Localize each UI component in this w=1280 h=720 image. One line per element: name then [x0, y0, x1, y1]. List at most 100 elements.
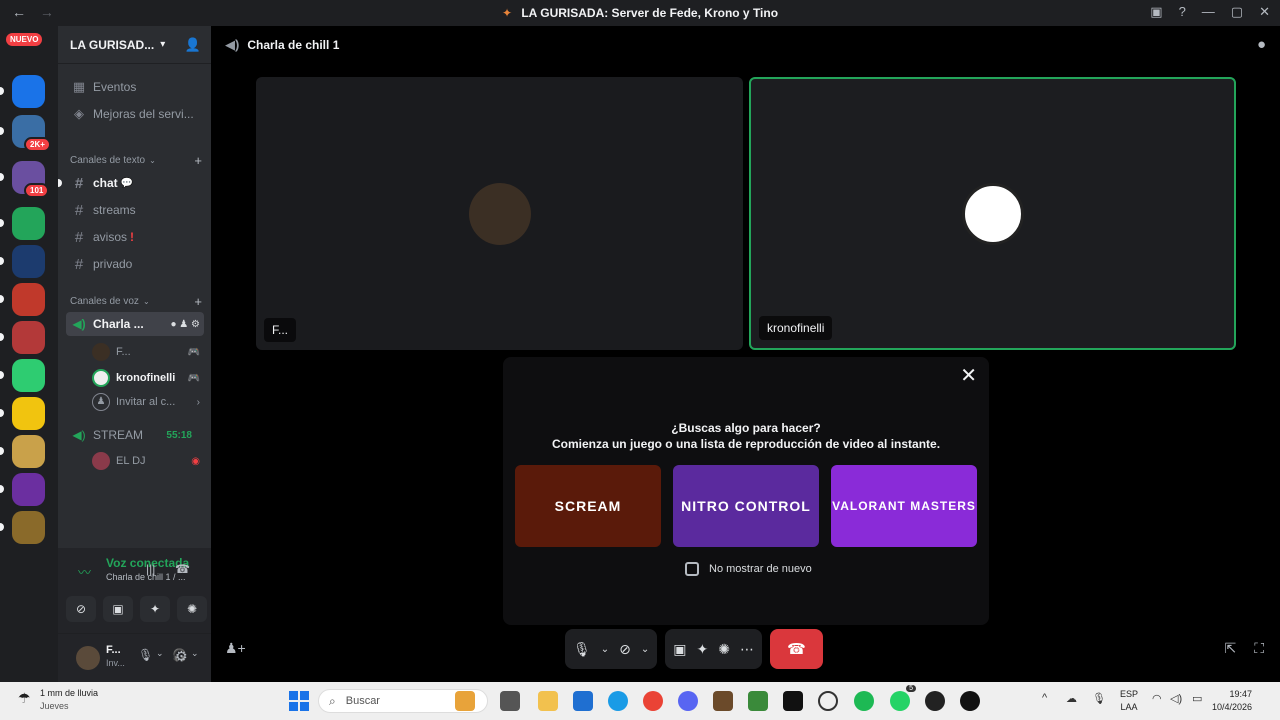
maximize-button[interactable]: ▢: [1231, 4, 1243, 20]
chevron-down-icon[interactable]: ⌄: [191, 648, 199, 659]
settings-gear-icon[interactable]: ⚙: [175, 648, 188, 665]
media-player-icon[interactable]: [960, 691, 980, 711]
server-icon-server-11[interactable]: [12, 473, 45, 506]
crosshair-app-icon[interactable]: [818, 691, 838, 711]
close-window-button[interactable]: ✕: [1259, 4, 1270, 20]
add-user-icon[interactable]: 👤: [185, 37, 201, 53]
text-channels-category[interactable]: Canales de texto ⌄ +: [70, 153, 202, 168]
server-icon-server-12[interactable]: [12, 511, 45, 544]
terminal-icon[interactable]: [783, 691, 803, 711]
whatsapp-icon[interactable]: 5: [890, 685, 916, 711]
sidebar-item-boosts[interactable]: ◈ Mejoras del servi...: [66, 102, 204, 126]
wifi-icon[interactable]: ◠: [1152, 692, 1162, 705]
avatar[interactable]: [76, 646, 100, 670]
edge-icon[interactable]: [608, 691, 628, 711]
activities-icon[interactable]: ✦: [697, 641, 709, 658]
minecraft-icon[interactable]: [748, 691, 768, 711]
chat-icon[interactable]: ●: [170, 319, 176, 330]
chrome-icon[interactable]: [643, 691, 663, 711]
activities-button[interactable]: ✦: [140, 596, 170, 622]
activity-card-nitro-control[interactable]: NITRO CONTROL: [673, 465, 819, 547]
server-header[interactable]: LA GURISAD... ▾ 👤: [58, 26, 211, 64]
volume-icon[interactable]: ◁): [1170, 692, 1182, 705]
screenshare-button[interactable]: ▣: [103, 596, 133, 622]
soundboard-wave-icon[interactable]: |||: [146, 562, 155, 576]
tray-overflow-icon[interactable]: ^: [1042, 692, 1047, 704]
channel-streams[interactable]: # streams: [66, 198, 204, 222]
server-icon-server-6[interactable]: [12, 283, 45, 316]
activity-card-valorant[interactable]: VALORANT MASTERS: [831, 465, 977, 547]
nuevo-badge[interactable]: NUEVO: [6, 33, 43, 46]
fullscreen-icon[interactable]: ⛶: [1254, 640, 1264, 657]
stream-user[interactable]: EL DJ ◉: [92, 450, 204, 472]
chevron-down-icon[interactable]: ⌄: [601, 644, 609, 655]
outlook-icon[interactable]: [573, 691, 593, 711]
mic-icon[interactable]: 🎙: [573, 641, 591, 658]
channel-chat[interactable]: # chat 💬: [58, 171, 204, 195]
invite-to-channel[interactable]: ♟ Invitar al c... ›: [92, 391, 204, 413]
server-icon-server-10[interactable]: [12, 435, 45, 468]
chat-bubble-icon[interactable]: ●: [1257, 36, 1266, 53]
activity-card-scream[interactable]: SCREAM: [515, 465, 661, 547]
weather-widget[interactable]: ☂ 1 mm de lluvia Jueves: [18, 688, 98, 711]
mic-icon[interactable]: 🎙: [138, 648, 153, 662]
mic-tray-icon[interactable]: 🎙: [1092, 692, 1106, 705]
server-icon-folder[interactable]: [12, 207, 45, 240]
onedrive-icon[interactable]: ☁: [1066, 692, 1077, 705]
voice-channel-stream[interactable]: ◀) STREAM 55:18: [66, 423, 204, 447]
language-indicator[interactable]: ESP LAA: [1120, 688, 1138, 714]
add-voice-channel-icon[interactable]: +: [194, 294, 202, 309]
server-icon-server-5[interactable]: [12, 245, 45, 278]
camera-off-button[interactable]: ⊘: [66, 596, 96, 622]
more-icon[interactable]: ⋯: [740, 641, 754, 658]
soundboard-icon[interactable]: ✺: [718, 641, 730, 658]
minimize-button[interactable]: —: [1202, 4, 1215, 20]
soundboard-button[interactable]: ✺: [177, 596, 207, 622]
game-app-icon[interactable]: [925, 691, 945, 711]
server-emoji-icon: ✦: [501, 6, 512, 20]
disconnect-icon[interactable]: ☎: [175, 562, 190, 576]
gear-icon[interactable]: ⚙: [191, 319, 200, 330]
server-icon-server-7[interactable]: [12, 321, 45, 354]
signal-icon[interactable]: 〰: [78, 562, 91, 581]
voice-channel-charla[interactable]: ◀) Charla ... ● ♟ ⚙: [66, 312, 204, 336]
camera-off-icon[interactable]: ⊘: [619, 641, 631, 658]
close-icon[interactable]: ✕: [960, 363, 977, 388]
taskbar-fox-icon[interactable]: [455, 691, 475, 711]
spotify-icon[interactable]: [854, 691, 874, 711]
help-icon[interactable]: ?: [1179, 4, 1186, 20]
voice-channels-category[interactable]: Canales de voz ⌄ +: [70, 294, 202, 309]
inbox-icon[interactable]: ▣: [1150, 4, 1162, 20]
server-icon-server-9[interactable]: [12, 397, 45, 430]
screenshare-icon[interactable]: ▣: [673, 641, 686, 658]
participant-tile-2[interactable]: kronofinelli: [749, 77, 1236, 350]
task-view-icon[interactable]: [500, 691, 520, 711]
leave-call-button[interactable]: ☎: [770, 629, 823, 669]
discord-icon[interactable]: [678, 691, 698, 711]
voice-category-label: Canales de voz: [70, 296, 139, 307]
start-button[interactable]: [289, 691, 309, 711]
channel-privado[interactable]: # privado: [66, 252, 204, 276]
server-icon-server-8[interactable]: [12, 359, 45, 392]
chevron-down-icon[interactable]: ⌄: [156, 648, 164, 659]
channel-avisos-label: avisos: [93, 230, 128, 244]
sidebar-item-events[interactable]: ▦ Eventos: [66, 75, 204, 99]
chevron-down-icon[interactable]: ⌄: [641, 644, 649, 655]
stream-timer: 55:18: [166, 429, 192, 441]
user-name[interactable]: F...: [106, 644, 121, 656]
battery-icon[interactable]: ▭: [1192, 692, 1202, 705]
voice-user-1[interactable]: F... 🎮: [92, 341, 204, 363]
minecraft-launcher-icon[interactable]: [713, 691, 733, 711]
checkbox[interactable]: [685, 562, 699, 576]
file-explorer-icon[interactable]: [538, 691, 558, 711]
participant-tile-1[interactable]: F...: [256, 77, 743, 350]
popout-icon[interactable]: ⇱: [1224, 640, 1236, 657]
add-people-icon[interactable]: ♟+: [225, 640, 246, 657]
dont-show-again[interactable]: No mostrar de nuevo: [685, 562, 812, 576]
clock[interactable]: 19:47 10/4/2026: [1212, 688, 1252, 714]
server-icon-docs[interactable]: [12, 75, 45, 108]
add-text-channel-icon[interactable]: +: [194, 153, 202, 168]
invite-icon[interactable]: ♟: [179, 319, 188, 330]
voice-user-2[interactable]: kronofinelli 🎮: [92, 367, 204, 389]
channel-avisos[interactable]: # avisos !: [66, 225, 204, 249]
